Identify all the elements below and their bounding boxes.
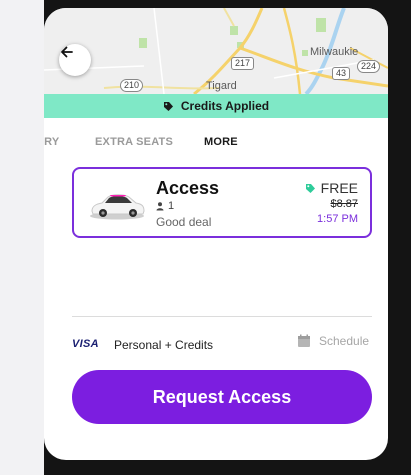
route-shield-43: 43 bbox=[332, 67, 351, 80]
seat-count-value: 1 bbox=[168, 200, 175, 212]
credits-applied-label: Credits Applied bbox=[180, 99, 270, 113]
ride-name: Access bbox=[156, 178, 220, 198]
route-shield-224: 224 bbox=[357, 60, 381, 73]
ride-price-label: FREE bbox=[320, 180, 358, 196]
ride-price: FREE bbox=[305, 180, 358, 196]
schedule-button[interactable]: Schedule bbox=[297, 334, 369, 348]
request-ride-button[interactable]: Request Access bbox=[72, 370, 372, 424]
map-label-tigard: Tigard bbox=[206, 80, 237, 92]
ride-category-tabs: URY EXTRA SEATS MORE bbox=[44, 136, 388, 154]
person-icon bbox=[156, 201, 164, 211]
route-shield-210: 210 bbox=[120, 79, 144, 92]
divider bbox=[72, 316, 372, 317]
car-image bbox=[90, 194, 145, 220]
seat-count: 1 bbox=[156, 200, 174, 212]
tab-extra-seats[interactable]: EXTRA SEATS bbox=[95, 136, 173, 148]
map-view[interactable]: Milwaukie Tigard 210 217 43 224 bbox=[44, 8, 388, 94]
tag-icon bbox=[305, 183, 316, 194]
visa-logo: VISA bbox=[72, 338, 99, 350]
schedule-label: Schedule bbox=[319, 334, 370, 348]
ride-selection-panel: Milwaukie Tigard 210 217 43 224 Credits … bbox=[44, 8, 388, 460]
tag-icon bbox=[163, 101, 174, 112]
calendar-icon bbox=[297, 334, 311, 348]
tab-more[interactable]: MORE bbox=[204, 136, 238, 148]
back-button[interactable] bbox=[59, 44, 91, 76]
route-shield-217: 217 bbox=[231, 57, 255, 70]
payment-method[interactable]: Personal + Credits bbox=[114, 338, 213, 352]
arrival-time: 1:57 PM bbox=[317, 213, 358, 225]
map-label-milwaukie: Milwaukie bbox=[310, 46, 359, 58]
credits-applied-banner: Credits Applied bbox=[44, 94, 388, 118]
original-price: $8.87 bbox=[330, 198, 358, 210]
ride-description: Good deal bbox=[156, 215, 212, 229]
request-ride-label: Request Access bbox=[152, 386, 292, 407]
ride-option-card-access[interactable]: Access 1 Good deal FREE $8.87 1:57 PM bbox=[72, 167, 372, 238]
tab-luxury[interactable]: URY bbox=[44, 136, 59, 148]
arrow-left-icon bbox=[61, 46, 73, 58]
